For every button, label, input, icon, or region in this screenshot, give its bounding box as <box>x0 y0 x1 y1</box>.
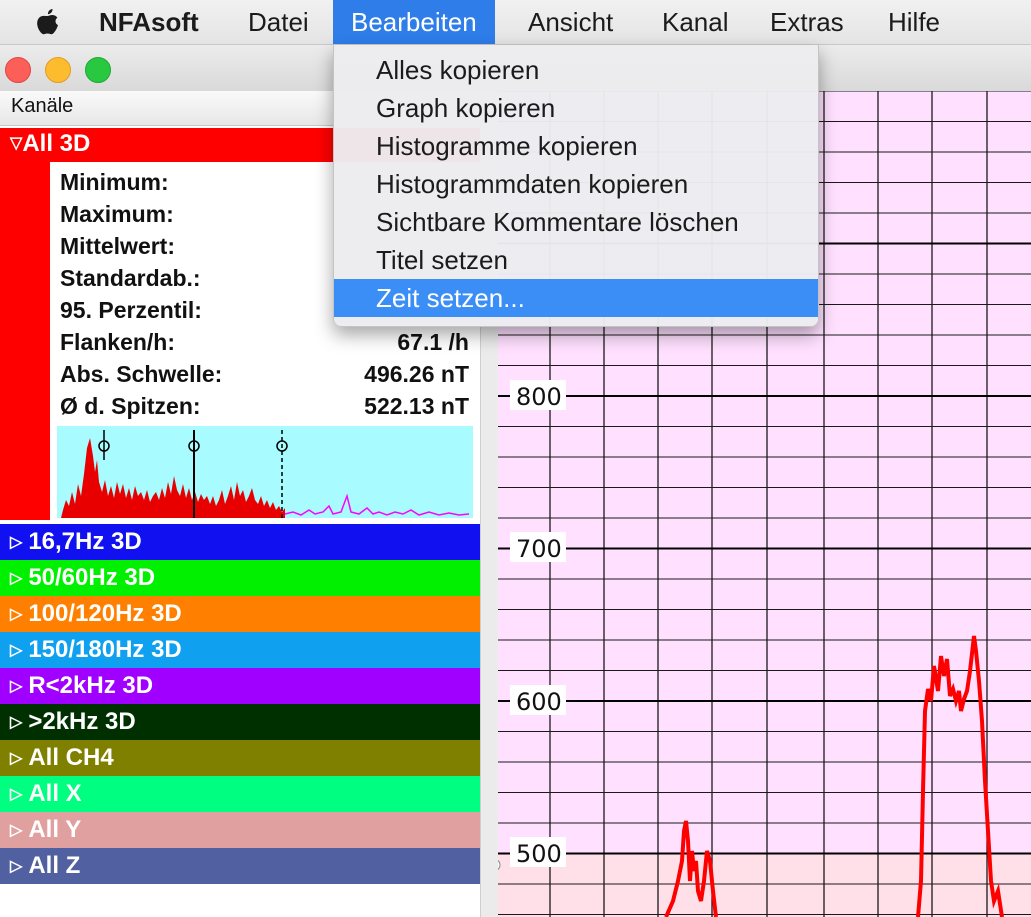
disclosure-open-icon[interactable]: ▽ <box>10 135 22 152</box>
menu-datei[interactable]: Datei <box>248 0 309 44</box>
channel-row-label: All CH4 <box>28 744 114 771</box>
channel-row-label: All Y <box>28 816 82 843</box>
disclosure-closed-icon[interactable]: ▷ <box>10 606 22 623</box>
disclosure-closed-icon[interactable]: ▷ <box>10 678 22 695</box>
disclosure-closed-icon[interactable]: ▷ <box>10 858 22 875</box>
menu-item-histogramme-kopieren[interactable]: Histogramme kopieren <box>334 127 818 165</box>
stat-label: Flanken/h: <box>60 329 176 355</box>
menu-item-histogrammdaten-kopieren[interactable]: Histogrammdaten kopieren <box>334 165 818 203</box>
edit-menu-dropdown: Alles kopieren Graph kopieren Histogramm… <box>333 45 819 327</box>
channel-row-label: 16,7Hz 3D <box>28 528 142 555</box>
channel-row[interactable]: ▷ 50/60Hz 3D <box>0 560 480 596</box>
disclosure-closed-icon[interactable]: ▷ <box>10 822 22 839</box>
disclosure-closed-icon[interactable]: ▷ <box>10 534 22 551</box>
stat-label: Abs. Schwelle: <box>60 361 223 387</box>
apple-icon[interactable] <box>33 7 61 39</box>
stat-value: 522.13 nT <box>364 393 469 419</box>
channel-row-label: 100/120Hz 3D <box>28 600 182 627</box>
channel-row[interactable]: ▷ All X <box>0 776 480 812</box>
menu-extras[interactable]: Extras <box>770 0 844 44</box>
channel-row-label: All Z <box>28 852 81 879</box>
y-tick-label: 500 <box>516 840 562 868</box>
menu-item-graph-kopieren[interactable]: Graph kopieren <box>334 89 818 127</box>
channel-row-label: >2kHz 3D <box>28 708 136 735</box>
stat-label: Ø d. Spitzen: <box>60 393 201 419</box>
menu-item-kommentare-loeschen[interactable]: Sichtbare Kommentare löschen <box>334 203 818 241</box>
channel-row[interactable]: ▷ All CH4 <box>0 740 480 776</box>
menu-item-zeit-setzen[interactable]: Zeit setzen... <box>334 279 818 317</box>
stat-label: Standardab.: <box>60 265 201 291</box>
channel-row-label: 150/180Hz 3D <box>28 636 182 663</box>
disclosure-closed-icon[interactable]: ▷ <box>10 570 22 587</box>
disclosure-closed-icon[interactable]: ▷ <box>10 714 22 731</box>
channel-row[interactable]: ▷ >2kHz 3D <box>0 704 480 740</box>
disclosure-closed-icon[interactable]: ▷ <box>10 750 22 767</box>
channel-panel-title: Kanäle <box>11 95 74 117</box>
menu-hilfe[interactable]: Hilfe <box>888 0 940 44</box>
channel-histogram[interactable] <box>57 426 473 518</box>
window-zoom-button[interactable] <box>85 57 111 83</box>
menu-ansicht[interactable]: Ansicht <box>528 0 613 44</box>
channel-row[interactable]: ▷ 100/120Hz 3D <box>0 596 480 632</box>
y-tick-label: 700 <box>516 535 562 563</box>
stat-value: 67.1 /h <box>397 329 469 355</box>
stat-label: 95. Perzentil: <box>60 297 202 323</box>
menu-kanal[interactable]: Kanal <box>662 0 729 44</box>
y-tick-label: 600 <box>516 688 562 716</box>
channel-row[interactable]: ▷ 16,7Hz 3D <box>0 524 480 560</box>
stat-value: 496.26 nT <box>364 361 469 387</box>
channel-row-label: 50/60Hz 3D <box>28 564 156 591</box>
menu-app-name[interactable]: NFAsoft <box>99 0 199 44</box>
menu-item-alles-kopieren[interactable]: Alles kopieren <box>334 51 818 89</box>
channel-row-label: R<2kHz 3D <box>28 672 154 699</box>
stat-label: Minimum: <box>60 169 169 195</box>
stat-label: Mittelwert: <box>60 233 175 259</box>
menu-bearbeiten[interactable]: Bearbeiten <box>333 0 495 44</box>
channel-row[interactable]: ▷ R<2kHz 3D <box>0 668 480 704</box>
channel-row[interactable]: ▷ All Z <box>0 848 480 884</box>
y-tick-label: 800 <box>516 383 562 411</box>
channel-row[interactable]: ▷ All Y <box>0 812 480 848</box>
disclosure-closed-icon[interactable]: ▷ <box>10 786 22 803</box>
disclosure-closed-icon[interactable]: ▷ <box>10 642 22 659</box>
menu-bar: NFAsoft Datei Bearbeiten Ansicht Kanal E… <box>0 0 1031 45</box>
stat-label: Maximum: <box>60 201 174 227</box>
window-minimize-button[interactable] <box>45 57 71 83</box>
channel-all-3d-title[interactable]: ▽All 3D <box>10 130 90 158</box>
channel-row[interactable]: ▷ 150/180Hz 3D <box>0 632 480 668</box>
window-close-button[interactable] <box>5 57 31 83</box>
menu-item-titel-setzen[interactable]: Titel setzen <box>334 241 818 279</box>
channel-row-label: All X <box>28 780 82 807</box>
